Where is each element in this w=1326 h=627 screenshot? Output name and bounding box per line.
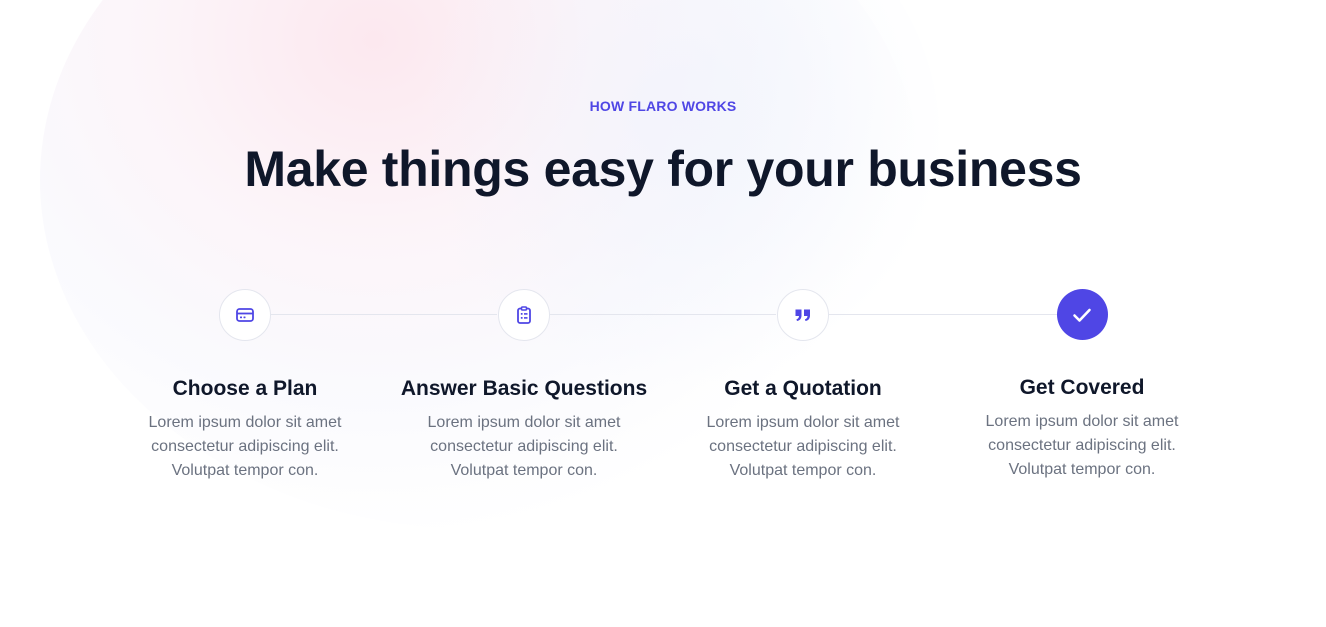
step-description: Lorem ipsum dolor sit amet consectetur a… (148, 414, 342, 479)
section-headline: Make things easy for your business (244, 141, 1082, 197)
step-icon-circle (219, 289, 271, 341)
step-title: Answer Basic Questions (400, 377, 648, 400)
step-icon-circle (777, 289, 829, 341)
clipboard-list-icon (517, 306, 531, 324)
how-it-works-section: HOW FLARO WORKS Make things easy for you… (0, 0, 1326, 627)
section-eyebrow: HOW FLARO WORKS (589, 98, 737, 114)
step-description: Lorem ipsum dolor sit amet consectetur a… (706, 414, 900, 479)
step-icon-circle-completed (1056, 289, 1108, 340)
step-icon-circle (498, 289, 550, 341)
step-description: Lorem ipsum dolor sit amet consectetur a… (427, 414, 621, 479)
step-choose-plan: Choose a Plan Lorem ipsum dolor sit amet… (105, 289, 385, 483)
step-title: Get Covered (1019, 376, 1145, 399)
step-answer-questions: Answer Basic Questions Lorem ipsum dolor… (384, 289, 664, 483)
check-icon (1073, 308, 1091, 322)
step-get-quotation: Get a Quotation Lorem ipsum dolor sit am… (663, 289, 943, 483)
step-description: Lorem ipsum dolor sit amet consectetur a… (985, 413, 1179, 478)
step-title: Choose a Plan (172, 377, 318, 400)
step-title: Get a Quotation (724, 377, 882, 400)
step-get-covered: Get Covered Lorem ipsum dolor sit amet c… (942, 289, 1222, 482)
quote-icon (795, 309, 810, 321)
credit-card-icon (236, 308, 254, 322)
